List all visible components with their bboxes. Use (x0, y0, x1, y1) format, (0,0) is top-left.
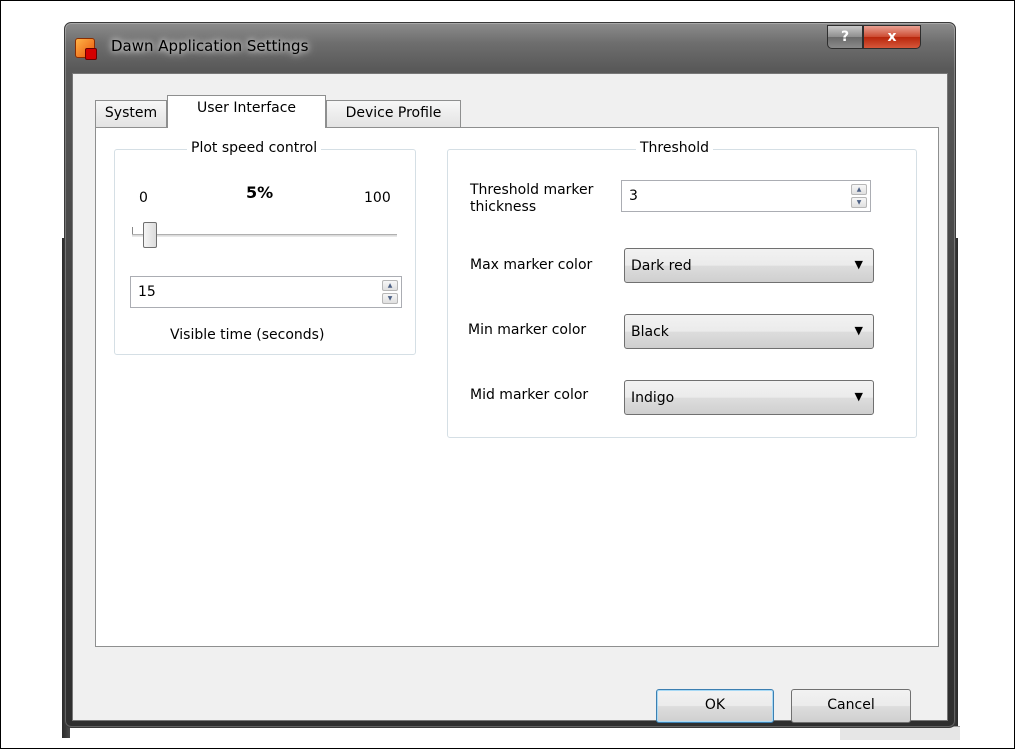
spin-up-icon[interactable]: ▲ (382, 280, 398, 291)
plot-speed-group: Plot speed control 0 5% 100 15 ▲ ▼ Visib… (114, 140, 416, 355)
tab-system[interactable]: System (95, 100, 167, 127)
chevron-down-icon: ▼ (854, 324, 863, 337)
chevron-down-icon: ▼ (854, 390, 863, 403)
spin-up-icon[interactable]: ▲ (851, 184, 867, 195)
user-interface-panel: Plot speed control 0 5% 100 15 ▲ ▼ Visib… (95, 127, 939, 647)
plot-speed-slider-track[interactable] (132, 234, 397, 237)
visible-time-value[interactable]: 15 (138, 284, 156, 300)
slider-min-label: 0 (139, 190, 148, 206)
threshold-thickness-label: Threshold marker thickness (470, 182, 593, 216)
threshold-thickness-value[interactable]: 3 (629, 188, 638, 204)
slider-max-label: 100 (364, 190, 391, 206)
close-button[interactable]: x (863, 25, 921, 49)
visible-time-label: Visible time (seconds) (170, 327, 325, 343)
speed-percent-label: 5% (246, 183, 274, 202)
mid-marker-color-value: Indigo (631, 390, 675, 406)
cancel-button[interactable]: Cancel (791, 689, 911, 723)
background-window-strip (840, 726, 960, 740)
spin-down-icon[interactable]: ▼ (382, 293, 398, 304)
threshold-group: Threshold Threshold marker thickness 3 ▲… (447, 140, 917, 438)
tab-device-profile[interactable]: Device Profile (326, 100, 461, 127)
mid-marker-color-label: Mid marker color (470, 387, 589, 403)
help-button[interactable]: ? (827, 25, 863, 49)
ok-button[interactable]: OK (656, 689, 774, 723)
threshold-thickness-spinbox[interactable]: 3 ▲ ▼ (621, 180, 871, 212)
max-marker-color-value: Dark red (631, 258, 692, 274)
tab-user-interface[interactable]: User Interface (167, 95, 326, 128)
chevron-down-icon: ▼ (854, 258, 863, 271)
settings-dialog: Dawn Application Settings ? x System Use… (64, 22, 956, 728)
min-marker-color-value: Black (631, 324, 669, 340)
threshold-thickness-label-line1: Threshold marker (470, 182, 594, 198)
app-icon (75, 38, 97, 60)
max-marker-color-label: Max marker color (470, 257, 593, 273)
window-title: Dawn Application Settings (111, 37, 309, 55)
plot-speed-slider-thumb[interactable] (143, 222, 157, 248)
mid-marker-color-select[interactable]: Indigo ▼ (624, 380, 874, 415)
spin-down-icon[interactable]: ▼ (851, 197, 867, 208)
dialog-client-area: System User Interface Device Profile Plo… (72, 73, 948, 723)
plot-speed-legend: Plot speed control (187, 140, 322, 156)
threshold-thickness-label-line2: thickness (470, 199, 537, 215)
title-bar[interactable]: Dawn Application Settings ? x (65, 23, 955, 73)
min-marker-color-select[interactable]: Black ▼ (624, 314, 874, 349)
min-marker-color-label: Min marker color (468, 322, 587, 338)
max-marker-color-select[interactable]: Dark red ▼ (624, 248, 874, 283)
threshold-legend: Threshold (636, 140, 713, 156)
visible-time-spinbox[interactable]: 15 ▲ ▼ (130, 276, 402, 308)
